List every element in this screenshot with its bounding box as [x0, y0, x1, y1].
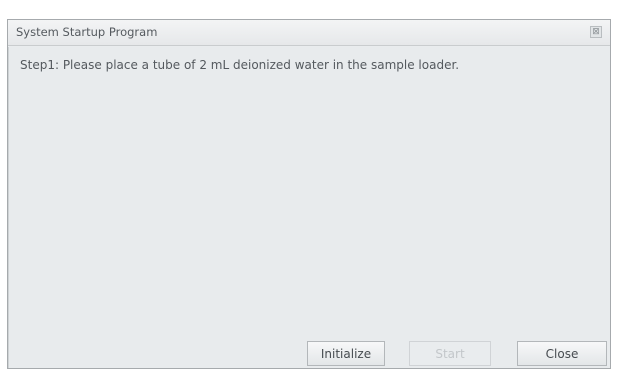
dialog-content: Step1: Please place a tube of 2 mL deion… [8, 47, 610, 368]
step-instruction: Step1: Please place a tube of 2 mL deion… [20, 58, 460, 72]
window-close-icon[interactable]: ⊠ [590, 26, 602, 38]
close-button[interactable]: Close [517, 341, 607, 366]
initialize-button[interactable]: Initialize [307, 341, 385, 366]
title-bar[interactable]: System Startup Program ⊠ [8, 20, 610, 46]
startup-dialog: System Startup Program ⊠ Step1: Please p… [7, 19, 611, 369]
start-button[interactable]: Start [409, 341, 491, 366]
window-title: System Startup Program [16, 25, 158, 39]
